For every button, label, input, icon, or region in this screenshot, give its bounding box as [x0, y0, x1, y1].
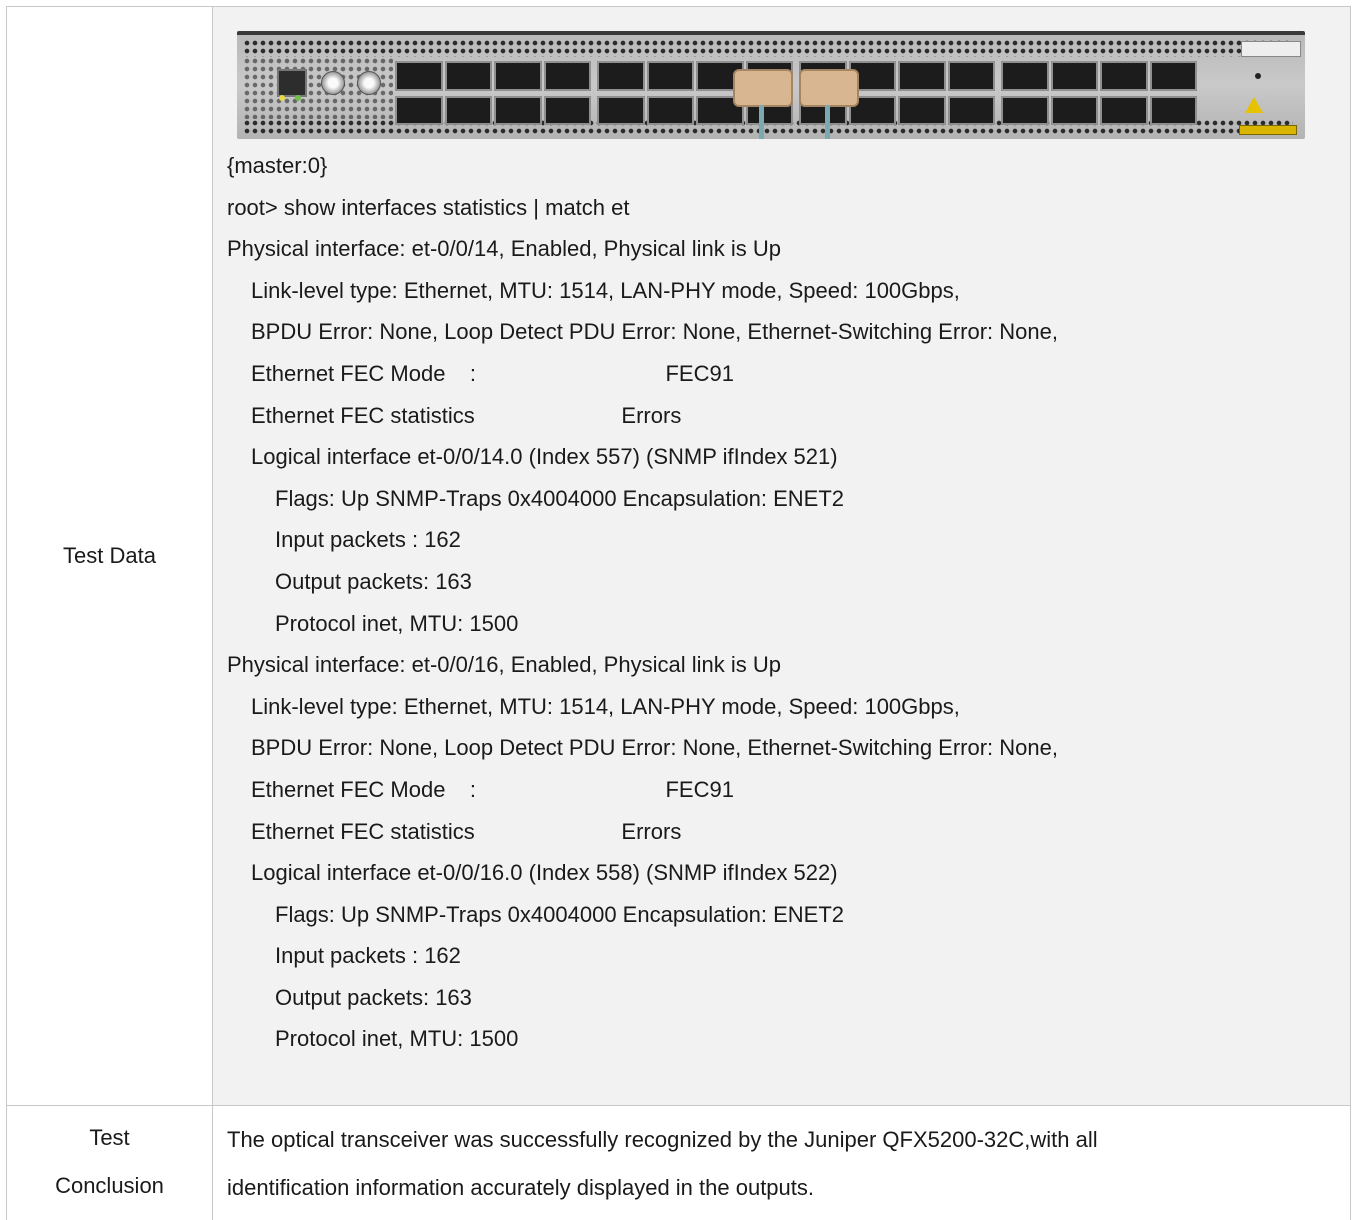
port-led-icon	[279, 95, 285, 101]
test-data-label-cell: Test Data	[6, 6, 213, 1106]
qsfp-cage	[597, 95, 645, 125]
conclusion-line-2: identification information accurately di…	[227, 1175, 815, 1200]
test-conclusion-label-cell: Test Conclusion	[6, 1105, 213, 1220]
cli-line: Protocol inet, MTU: 1500	[275, 610, 519, 636]
10m-out-connector	[357, 71, 381, 95]
cli-line: Link-level type: Ethernet, MTU: 1514, LA…	[251, 693, 960, 719]
fiber-cable	[759, 105, 764, 139]
cli-line: Physical interface: et-0/0/16, Enabled, …	[227, 652, 781, 678]
pps-out-connector	[321, 71, 345, 95]
cli-line: Output packets: 163	[275, 568, 472, 594]
laser-warning-icon	[1245, 97, 1263, 113]
cli-line: {master:0}	[227, 153, 328, 178]
qsfp-cage	[1149, 61, 1197, 91]
test-data-label: Test Data	[63, 543, 156, 568]
vent-holes-top	[243, 39, 1293, 57]
cli-line: Ethernet FEC statistics Errors	[251, 818, 682, 844]
test-conclusion-label-line1: Test	[89, 1125, 130, 1150]
cli-line: Input packets : 162	[275, 527, 461, 553]
qsfp-cage	[395, 95, 443, 125]
qsfp-cage	[1100, 95, 1148, 125]
test-conclusion-row: Test Conclusion The optical transceiver …	[6, 1105, 1351, 1220]
cli-line: BPDU Error: None, Loop Detect PDU Error:…	[251, 319, 1058, 345]
qsfp-cage	[898, 61, 946, 91]
cli-line: Input packets : 162	[275, 943, 461, 969]
qsfp-cage	[444, 95, 492, 125]
qsfp-cage	[898, 95, 946, 125]
cli-line: Ethernet FEC statistics Errors	[251, 402, 682, 428]
cli-line: root> show interfaces statistics | match…	[227, 194, 630, 220]
management-port	[277, 69, 307, 97]
cli-line: BPDU Error: None, Loop Detect PDU Error:…	[251, 735, 1058, 761]
cli-output: {master:0} root> show interfaces statisti…	[227, 145, 1350, 1060]
qsfp-cage	[597, 61, 645, 91]
optical-transceiver-module	[733, 69, 793, 107]
conclusion-line-1: The optical transceiver was successfully…	[227, 1127, 1098, 1152]
qsfp-cage	[444, 61, 492, 91]
test-data-row: Test Data {master:0} root> show interfac…	[6, 6, 1351, 1106]
cli-line: Ethernet FEC Mode : FEC91	[251, 776, 734, 802]
test-report-table: Test Data {master:0} root> show interfac…	[6, 6, 1351, 1220]
cli-line: Output packets: 163	[275, 984, 472, 1010]
cli-line: Logical interface et-0/0/16.0 (Index 558…	[251, 860, 838, 886]
switch-front-panel-photo	[237, 31, 1305, 139]
qsfp-cage	[1050, 61, 1098, 91]
qsfp-cage	[494, 95, 542, 125]
test-conclusion-label-line2: Conclusion	[55, 1173, 164, 1198]
qsfp-cage	[543, 61, 591, 91]
qsfp-cage	[1149, 95, 1197, 125]
qsfp-cage	[395, 61, 443, 91]
qsfp-cage-group-1	[395, 61, 591, 125]
report-sheet: Test Data {master:0} root> show interfac…	[0, 0, 1354, 1220]
test-data-body-cell: {master:0} root> show interfaces statisti…	[212, 6, 1351, 1106]
cli-line: Physical interface: et-0/0/14, Enabled, …	[227, 236, 781, 262]
status-led-icon	[1255, 73, 1261, 79]
qsfp-cage	[1050, 95, 1098, 125]
cli-line: Ethernet FEC Mode : FEC91	[251, 360, 734, 386]
qsfp-cage	[1001, 61, 1049, 91]
laser-warning-label	[1239, 125, 1297, 135]
qsfp-cage	[494, 61, 542, 91]
fiber-cable	[825, 105, 830, 139]
qsfp-cage	[646, 61, 694, 91]
serial-number-label	[1241, 41, 1301, 57]
qsfp-cage	[947, 95, 995, 125]
cli-line: Link-level type: Ethernet, MTU: 1514, LA…	[251, 277, 960, 303]
test-conclusion-body-cell: The optical transceiver was successfully…	[212, 1105, 1351, 1220]
cli-line: Flags: Up SNMP-Traps 0x4004000 Encapsula…	[275, 901, 845, 927]
cli-line: Protocol inet, MTU: 1500	[275, 1026, 519, 1052]
qsfp-cage	[543, 95, 591, 125]
qsfp-cage	[1100, 61, 1148, 91]
qsfp-cage-group-4	[1001, 61, 1197, 125]
cli-line: Logical interface et-0/0/14.0 (Index 557…	[251, 444, 838, 470]
qsfp-cage	[1001, 95, 1049, 125]
qsfp-cage	[646, 95, 694, 125]
optical-transceiver-module	[799, 69, 859, 107]
cli-line: Flags: Up SNMP-Traps 0x4004000 Encapsula…	[275, 485, 845, 511]
port-led-icon	[295, 95, 301, 101]
qsfp-cage	[947, 61, 995, 91]
